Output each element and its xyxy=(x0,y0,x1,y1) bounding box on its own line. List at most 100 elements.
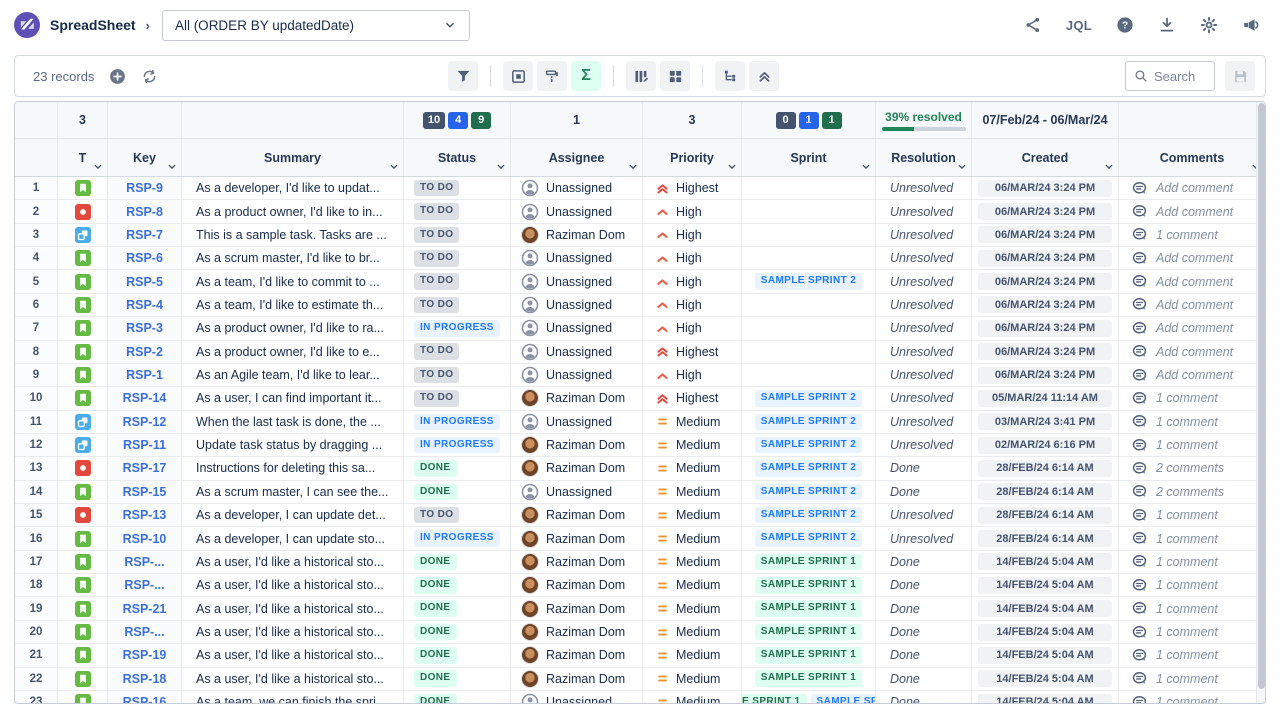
comments-cell[interactable]: Add comment xyxy=(1119,294,1265,316)
sprint-cell[interactable]: SAMPLE SPRINT 2 xyxy=(742,270,876,292)
status-cell[interactable]: TO DO xyxy=(404,364,511,386)
issue-key-link[interactable]: RSP-7 xyxy=(126,228,163,242)
assignee-cell[interactable]: Raziman Dom xyxy=(511,434,643,456)
resolution-cell[interactable]: Unresolved xyxy=(876,364,972,386)
comments-cell[interactable]: 2 comments xyxy=(1119,457,1265,479)
issue-type-cell[interactable] xyxy=(58,504,108,526)
fit-view-button[interactable] xyxy=(503,61,533,91)
assignee-cell[interactable]: Raziman Dom xyxy=(511,504,643,526)
summary-cell[interactable]: As a developer, I'd like to updat... xyxy=(182,177,404,199)
issue-key-cell[interactable]: RSP-11 xyxy=(108,434,182,456)
issue-type-cell[interactable] xyxy=(58,551,108,573)
comments-cell[interactable]: Add comment xyxy=(1119,200,1265,222)
summary-cell[interactable]: As a user, I'd like a historical sto... xyxy=(182,621,404,643)
announcements-icon[interactable] xyxy=(1242,16,1260,34)
column-header-summary[interactable]: Summary xyxy=(182,139,404,176)
settings-icon[interactable] xyxy=(1200,16,1218,34)
issue-key-cell[interactable]: RSP-6 xyxy=(108,247,182,269)
issue-key-cell[interactable]: RSP-... xyxy=(108,551,182,573)
sprint-cell[interactable]: SAMPLE SPRINT 2 xyxy=(742,387,876,409)
summary-cell[interactable]: As a user, I'd like a historical sto... xyxy=(182,574,404,596)
status-count-badge[interactable]: 4 xyxy=(448,112,468,129)
issue-key-link[interactable]: RSP-1 xyxy=(126,368,163,382)
comments-cell[interactable]: 2 comments xyxy=(1119,481,1265,503)
search-input[interactable] xyxy=(1154,69,1206,84)
comments-cell[interactable]: 1 comment xyxy=(1119,621,1265,643)
row-number[interactable]: 16 xyxy=(15,527,58,549)
comments-cell[interactable]: 1 comment xyxy=(1119,551,1265,573)
status-cell[interactable]: TO DO xyxy=(404,200,511,222)
issue-key-link[interactable]: RSP-5 xyxy=(126,275,163,289)
download-icon[interactable] xyxy=(1158,16,1176,34)
priority-cell[interactable]: Medium xyxy=(643,621,742,643)
assignee-cell[interactable]: Raziman Dom xyxy=(511,574,643,596)
issue-type-cell[interactable] xyxy=(58,341,108,363)
summary-cell[interactable]: As an Agile team, I'd like to lear... xyxy=(182,364,404,386)
issue-key-cell[interactable]: RSP-3 xyxy=(108,317,182,339)
issue-key-link[interactable]: RSP-18 xyxy=(123,672,167,686)
issue-key-cell[interactable]: RSP-4 xyxy=(108,294,182,316)
summary-cell[interactable]: As a user, I'd like a historical sto... xyxy=(182,668,404,690)
comments-cell[interactable]: 1 comment xyxy=(1119,668,1265,690)
issue-key-cell[interactable]: RSP-9 xyxy=(108,177,182,199)
sprint-count-badge[interactable]: 1 xyxy=(822,112,842,129)
created-cell[interactable]: 14/FEB/24 5:04 AM xyxy=(972,574,1119,596)
sprint-cell[interactable]: SAMPLE SPRINT 1 xyxy=(742,597,876,619)
sort-chevron-icon[interactable] xyxy=(726,161,738,173)
issue-key-link[interactable]: RSP-9 xyxy=(126,181,163,195)
assignee-cell[interactable]: Raziman Dom xyxy=(511,527,643,549)
comments-cell[interactable]: Add comment xyxy=(1119,177,1265,199)
assignee-cell[interactable]: Unassigned xyxy=(511,691,643,704)
status-cell[interactable]: TO DO xyxy=(404,224,511,246)
sort-chevron-icon[interactable] xyxy=(956,161,968,173)
issue-key-link[interactable]: RSP-16 xyxy=(123,695,167,704)
status-cell[interactable]: TO DO xyxy=(404,177,511,199)
row-number[interactable]: 11 xyxy=(15,411,58,433)
column-header-priority[interactable]: Priority xyxy=(643,139,742,176)
resolution-cell[interactable]: Done xyxy=(876,621,972,643)
sprint-cell[interactable] xyxy=(742,177,876,199)
issue-key-link[interactable]: RSP-... xyxy=(124,555,164,569)
comments-cell[interactable]: 1 comment xyxy=(1119,434,1265,456)
sprint-cell[interactable] xyxy=(742,247,876,269)
row-number[interactable]: 20 xyxy=(15,621,58,643)
issue-type-cell[interactable] xyxy=(58,317,108,339)
issue-key-link[interactable]: RSP-14 xyxy=(123,391,167,405)
priority-cell[interactable]: Medium xyxy=(643,434,742,456)
sprint-cell[interactable]: SAMPLE SPRINT 1 xyxy=(742,574,876,596)
sprint-cell[interactable] xyxy=(742,224,876,246)
issue-type-cell[interactable] xyxy=(58,411,108,433)
comments-cell[interactable]: 1 comment xyxy=(1119,597,1265,619)
issue-key-cell[interactable]: RSP-14 xyxy=(108,387,182,409)
aggregate-rownum[interactable] xyxy=(15,102,58,138)
issue-type-cell[interactable] xyxy=(58,270,108,292)
aggregate-type[interactable]: 3 xyxy=(58,102,108,138)
assignee-cell[interactable]: Unassigned xyxy=(511,364,643,386)
aggregate-status[interactable]: 1049 xyxy=(404,102,511,138)
comments-cell[interactable]: Add comment xyxy=(1119,364,1265,386)
summary-cell[interactable]: As a team, we can finish the spri... xyxy=(182,691,404,704)
comments-cell[interactable]: 1 comment xyxy=(1119,224,1265,246)
row-number[interactable]: 5 xyxy=(15,270,58,292)
issue-key-link[interactable]: RSP-19 xyxy=(123,648,167,662)
assignee-cell[interactable]: Unassigned xyxy=(511,294,643,316)
issue-key-cell[interactable]: RSP-13 xyxy=(108,504,182,526)
priority-cell[interactable]: Medium xyxy=(643,481,742,503)
issue-key-link[interactable]: RSP-10 xyxy=(123,532,167,546)
summary-cell[interactable]: As a user, I'd like a historical sto... xyxy=(182,551,404,573)
summary-cell[interactable]: As a developer, I can update det... xyxy=(182,504,404,526)
issue-key-link[interactable]: RSP-13 xyxy=(123,508,167,522)
priority-cell[interactable]: High xyxy=(643,224,742,246)
created-cell[interactable]: 03/MAR/24 3:41 PM xyxy=(972,411,1119,433)
sort-chevron-icon[interactable] xyxy=(627,161,639,173)
row-number[interactable]: 4 xyxy=(15,247,58,269)
row-number[interactable]: 12 xyxy=(15,434,58,456)
created-cell[interactable]: 28/FEB/24 6:14 AM xyxy=(972,504,1119,526)
issue-key-cell[interactable]: RSP-17 xyxy=(108,457,182,479)
sort-chevron-icon[interactable] xyxy=(1103,161,1115,173)
column-header-created[interactable]: Created xyxy=(972,139,1119,176)
sprint-cell[interactable]: SAMPLE SPRINT 1 xyxy=(742,621,876,643)
created-cell[interactable]: 06/MAR/24 3:24 PM xyxy=(972,364,1119,386)
resolution-cell[interactable]: Unresolved xyxy=(876,294,972,316)
resolution-cell[interactable]: Unresolved xyxy=(876,247,972,269)
